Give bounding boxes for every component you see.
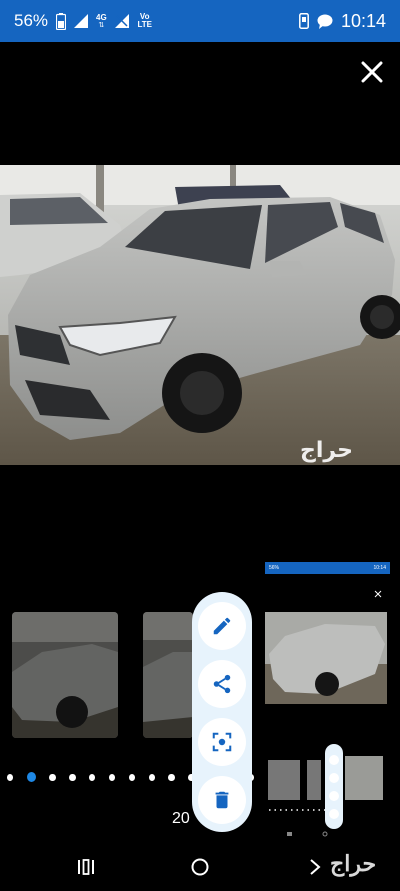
back-button[interactable]	[300, 855, 328, 879]
battery-icon	[56, 12, 67, 30]
photo-counter: 20	[172, 810, 190, 827]
carousel-dot[interactable]	[128, 773, 136, 781]
carousel-dot[interactable]	[49, 773, 56, 781]
main-photo[interactable]: حراج	[0, 165, 400, 465]
carousel-dot[interactable]	[89, 773, 96, 781]
lens-icon	[212, 732, 232, 752]
car-photo: حراج	[0, 165, 400, 465]
screenshot-actions-menu	[192, 592, 252, 832]
screenshot-preview-content	[265, 590, 387, 837]
network-4g: 4G ⇅	[96, 12, 107, 29]
mini-status-bar: 56% 10:14	[265, 562, 390, 574]
carousel-dot[interactable]	[168, 773, 175, 781]
signal-icon	[74, 14, 89, 28]
watermark: حراج	[300, 438, 353, 463]
carousel-dot[interactable]	[7, 773, 14, 781]
carousel-dot[interactable]	[69, 773, 76, 781]
home-icon	[191, 858, 209, 876]
mini-battery: 56%	[269, 565, 280, 571]
edit-icon	[213, 617, 231, 635]
carousel-dot-active[interactable]	[26, 772, 36, 782]
status-bar: 56% 4G ⇅ Vo LTE 10:14	[0, 0, 400, 42]
navigation-bar: حراج	[0, 845, 400, 891]
thumbnail-2[interactable]	[143, 612, 193, 738]
recents-icon	[78, 859, 94, 875]
delete-button[interactable]	[198, 776, 246, 824]
phone-icon	[299, 13, 309, 29]
status-right: 10:14	[299, 11, 386, 32]
carousel-dot[interactable]	[148, 773, 155, 781]
recents-button[interactable]	[72, 855, 100, 879]
signal-icon-2	[114, 14, 129, 28]
carousel-dot[interactable]	[108, 773, 116, 781]
mini-clock: 10:14	[373, 565, 386, 571]
network-volte: Vo LTE	[137, 12, 152, 29]
battery-percent: 56%	[14, 11, 49, 30]
nav-watermark: حراج	[330, 851, 377, 876]
screenshot-preview[interactable]: 56% 10:14	[265, 562, 390, 837]
thumbnail-1[interactable]	[12, 612, 118, 738]
share-button[interactable]	[198, 660, 246, 708]
thumbnail-2-image	[143, 612, 193, 738]
back-icon	[310, 859, 321, 875]
network-4g-label: 4G	[96, 12, 107, 22]
thumbnail-1-image	[12, 612, 118, 738]
data-arrows-icon: ⇅	[98, 21, 105, 29]
delete-icon	[215, 791, 229, 809]
edit-button[interactable]	[198, 602, 246, 650]
status-left: 56% 4G ⇅ Vo LTE	[14, 11, 153, 31]
home-button[interactable]	[186, 855, 214, 879]
share-icon	[213, 674, 231, 694]
lens-button[interactable]	[198, 718, 246, 766]
clock: 10:14	[340, 10, 386, 31]
close-icon	[361, 61, 383, 83]
close-button[interactable]	[356, 56, 388, 88]
chat-bubble-icon	[317, 14, 333, 29]
